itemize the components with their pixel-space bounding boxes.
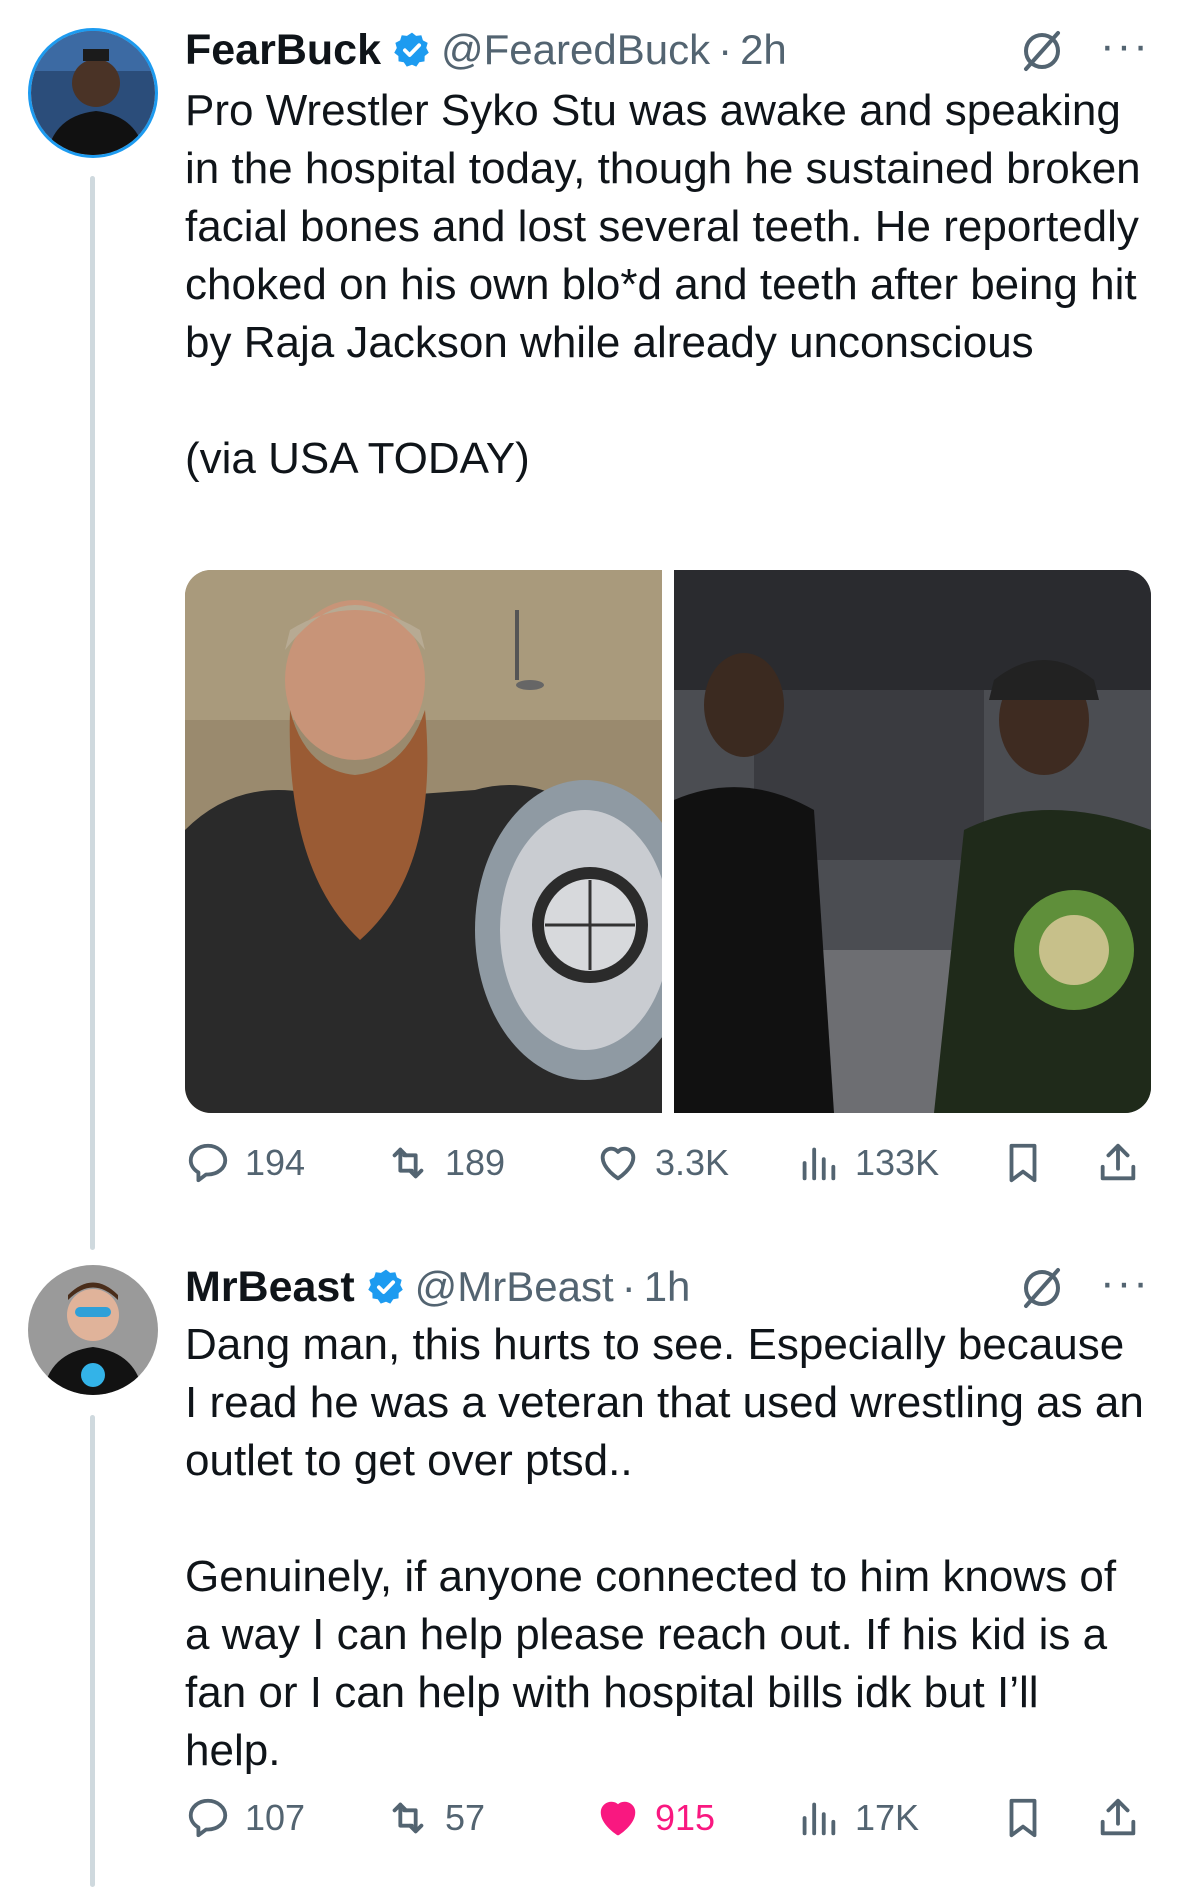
share-icon (1100, 1143, 1136, 1181)
more-icon[interactable]: ··· (1100, 1261, 1150, 1305)
grok-icon[interactable] (1018, 27, 1066, 75)
tweet-text: Pro Wrestler Syko Stu was awake and spea… (185, 86, 1141, 483)
separator-dot: · (621, 1263, 636, 1310)
tweet-text: Dang man, this hurts to see. Especially … (185, 1320, 1144, 1775)
like-button[interactable]: 3.3K (595, 1140, 729, 1186)
repost-count: 189 (445, 1142, 506, 1183)
views-count: 17K (855, 1797, 920, 1838)
more-icon[interactable]: ··· (1100, 24, 1150, 68)
bookmark-icon (1009, 1798, 1037, 1838)
reply-count: 194 (245, 1142, 306, 1183)
reply-button[interactable]: 107 (185, 1795, 305, 1841)
reply-icon (188, 1143, 228, 1183)
share-button[interactable] (1095, 1795, 1155, 1841)
verified-icon (394, 32, 429, 67)
repost-button[interactable]: 189 (385, 1140, 505, 1186)
like-count: 3.3K (655, 1142, 730, 1183)
reply-count: 107 (245, 1797, 306, 1838)
like-icon (600, 1801, 636, 1836)
bookmark-button[interactable] (1000, 1795, 1060, 1841)
views-icon (802, 1802, 836, 1836)
author-name[interactable]: MrBeast (185, 1263, 355, 1312)
verified-icon (367, 1269, 403, 1304)
thread-line (90, 176, 95, 1250)
share-icon (1100, 1798, 1136, 1836)
bookmark-button[interactable] (1000, 1140, 1060, 1186)
repost-icon (392, 1802, 424, 1834)
timestamp[interactable]: 1h (644, 1263, 691, 1311)
author-name[interactable]: FearBuck (185, 26, 381, 75)
grok-icon[interactable] (1018, 1264, 1066, 1312)
thread-line (90, 1415, 95, 1887)
like-button[interactable]: 915 (595, 1795, 715, 1841)
like-icon (600, 1146, 636, 1181)
tweet-fearbuck[interactable]: FearBuck @FearedBuck · 2h ··· Pro Wrestl… (0, 0, 1179, 1250)
tweet-header: MrBeast @MrBeast · 1h (185, 1259, 690, 1315)
author-handle[interactable]: @FearedBuck (441, 26, 710, 74)
action-bar: 194 189 3.3K 133K (185, 1140, 1145, 1190)
avatar[interactable] (28, 28, 158, 158)
tweet-media[interactable] (185, 570, 1151, 1113)
photo-wrestler-belt[interactable] (185, 570, 662, 1113)
separator-dot: · (718, 26, 733, 73)
bookmark-icon (1009, 1143, 1037, 1183)
tweet-mrbeast[interactable]: MrBeast @MrBeast · 1h ··· Dang man, this… (0, 1250, 1179, 1887)
repost-icon (392, 1147, 424, 1179)
reply-icon (188, 1798, 228, 1838)
avatar[interactable] (28, 1265, 158, 1395)
tweet-header: FearBuck @FearedBuck · 2h (185, 22, 787, 78)
action-bar: 107 57 915 17K (185, 1795, 1145, 1845)
reply-button[interactable]: 194 (185, 1140, 305, 1186)
timestamp[interactable]: 2h (740, 26, 787, 74)
share-button[interactable] (1095, 1140, 1155, 1186)
views-button[interactable]: 17K (795, 1795, 919, 1841)
views-icon (802, 1147, 836, 1181)
views-count: 133K (855, 1142, 940, 1183)
repost-count: 57 (445, 1797, 486, 1838)
repost-button[interactable]: 57 (385, 1795, 485, 1841)
like-count: 915 (655, 1797, 716, 1838)
author-handle[interactable]: @MrBeast (415, 1263, 614, 1311)
views-button[interactable]: 133K (795, 1140, 939, 1186)
photo-gym-confrontation[interactable] (674, 570, 1151, 1113)
